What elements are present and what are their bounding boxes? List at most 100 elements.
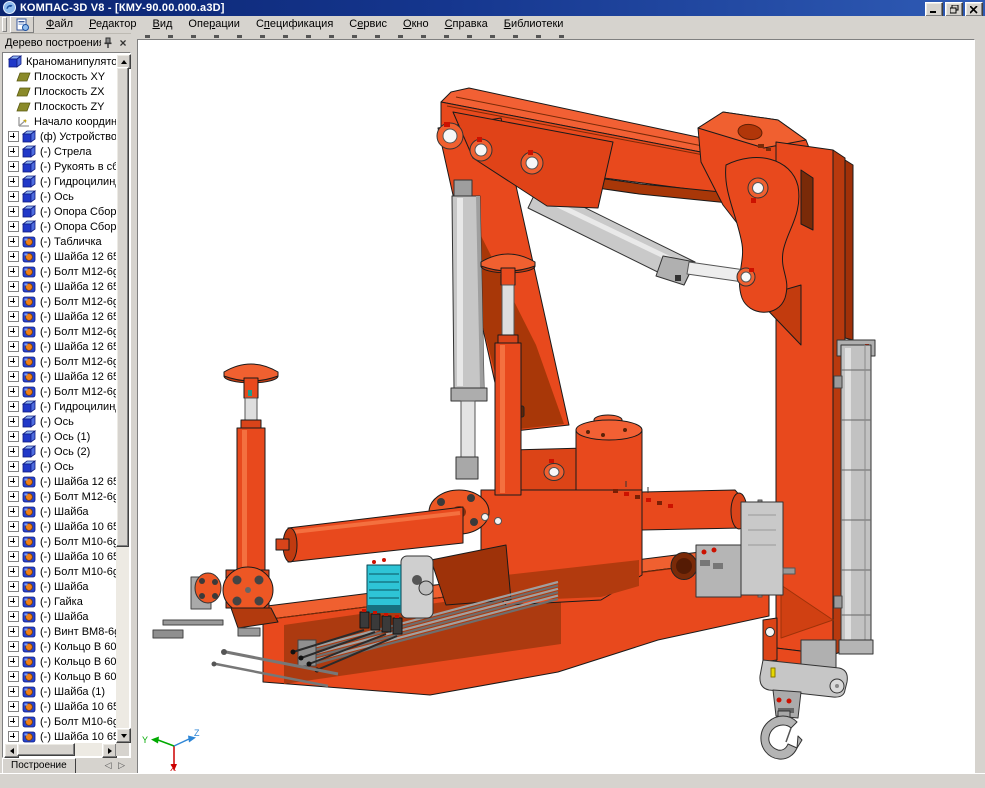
tree-item[interactable]: (-) Болт М12-6gx25.5 [4, 324, 116, 339]
tree-item[interactable]: (-) Шайба 12 65Г ГО [4, 249, 116, 264]
tree-item[interactable]: (-) Шайба 10 65Г ГО [4, 699, 116, 714]
tree-vscrollbar[interactable] [116, 54, 129, 743]
tree-item[interactable]: (-) Опора Сборочный [4, 219, 116, 234]
tree-item[interactable]: (-) Кольцо В 60 ГОСТ [4, 669, 116, 684]
expand-icon[interactable] [8, 536, 19, 547]
tree-item[interactable]: (-) Шайба 12 65Г ГО [4, 474, 116, 489]
tree-item[interactable]: (-) Ось (1) [4, 429, 116, 444]
tree-hscrollbar[interactable] [4, 743, 117, 756]
expand-icon[interactable] [8, 521, 19, 532]
tree-item[interactable]: Плоскость ZX [4, 84, 116, 99]
tree-item[interactable]: (-) Опора Сборочный [4, 204, 116, 219]
vscroll-thumb[interactable] [116, 67, 129, 547]
tree-item[interactable]: (-) Ось [4, 459, 116, 474]
menu-item[interactable]: Библиотеки [496, 17, 572, 32]
expand-icon[interactable] [8, 491, 19, 502]
tree-item[interactable]: (-) Ось [4, 414, 116, 429]
toolbar-gripper[interactable] [2, 17, 7, 32]
expand-icon[interactable] [8, 206, 19, 217]
tree-item[interactable]: Начало координат [4, 114, 116, 129]
tree-item[interactable]: (-) Болт М12-6gx25.5 [4, 354, 116, 369]
expand-icon[interactable] [8, 131, 19, 142]
tree-item[interactable]: (-) Гидроцилиндр [4, 174, 116, 189]
tree-item[interactable]: (-) Болт М10-6gx25.5 [4, 564, 116, 579]
close-button[interactable] [965, 2, 983, 17]
expand-icon[interactable] [8, 476, 19, 487]
tree-item[interactable]: (-) Шайба 12 65Г ГО [4, 369, 116, 384]
expand-icon[interactable] [8, 656, 19, 667]
menu-item[interactable]: Файл [38, 17, 81, 32]
scroll-down-button[interactable] [116, 728, 131, 743]
menu-item[interactable]: Спецификация [248, 17, 341, 32]
expand-icon[interactable] [8, 416, 19, 427]
expand-icon[interactable] [8, 311, 19, 322]
tree-item[interactable]: (-) Болт М10-6gx25.5 [4, 714, 116, 729]
tree-item[interactable]: Плоскость XY [4, 69, 116, 84]
expand-icon[interactable] [8, 626, 19, 637]
expand-icon[interactable] [8, 461, 19, 472]
menu-item[interactable]: Сервис [341, 17, 395, 32]
restore-button[interactable] [945, 2, 963, 17]
expand-icon[interactable] [8, 266, 19, 277]
viewport-3d[interactable]: X Y Z [137, 39, 975, 775]
expand-icon[interactable] [8, 611, 19, 622]
expand-icon[interactable] [8, 296, 19, 307]
tree-item[interactable]: (-) Шайба 10 65Г ГО [4, 519, 116, 534]
expand-icon[interactable] [8, 191, 19, 202]
tree-item[interactable]: (-) Кольцо В 60 ГОСТ [4, 639, 116, 654]
tree-item[interactable]: (-) Шайба 10 65Г ГО [4, 729, 116, 744]
tree-item[interactable]: (-) Шайба 12 65Г ГО [4, 339, 116, 354]
scroll-right-button[interactable] [102, 743, 117, 758]
expand-icon[interactable] [8, 551, 19, 562]
tree-item[interactable]: (-) Кольцо В 60 ГОСТ [4, 654, 116, 669]
expand-icon[interactable] [8, 371, 19, 382]
tree-item[interactable]: (-) Болт М10-6gx25.5 [4, 534, 116, 549]
expand-icon[interactable] [8, 281, 19, 292]
tree-item[interactable]: (ф) Устройство опор [4, 129, 116, 144]
tab-scroll-arrows[interactable]: ◁ ▷ [105, 760, 127, 771]
expand-icon[interactable] [8, 236, 19, 247]
tree-item[interactable]: (-) Шайба 10 65Г ГО [4, 549, 116, 564]
hscroll-thumb[interactable] [17, 743, 75, 756]
tree-item[interactable]: (-) Стрела [4, 144, 116, 159]
expand-icon[interactable] [8, 431, 19, 442]
menu-item[interactable]: Окно [395, 17, 437, 32]
outrigger-left[interactable] [223, 364, 278, 636]
tree-item[interactable]: (-) Рукоять в сборе [4, 159, 116, 174]
menu-item[interactable]: Вид [144, 17, 180, 32]
expand-icon[interactable] [8, 581, 19, 592]
tree-item[interactable]: (-) Гайка [4, 594, 116, 609]
menu-item[interactable]: Справка [437, 17, 496, 32]
tree-item[interactable]: (-) Шайба 12 65Г ГО [4, 309, 116, 324]
minimize-button[interactable] [925, 2, 943, 17]
expand-icon[interactable] [8, 671, 19, 682]
expand-icon[interactable] [8, 341, 19, 352]
tree-item[interactable]: (-) Ось [4, 189, 116, 204]
tree-item[interactable]: (-) Болт М12-6gx25.5 [4, 489, 116, 504]
expand-icon[interactable] [8, 161, 19, 172]
expand-icon[interactable] [8, 221, 19, 232]
tree-item[interactable]: (-) Гидроцилиндр [4, 399, 116, 414]
tree-item[interactable]: (-) Табличка [4, 234, 116, 249]
pin-icon[interactable] [101, 36, 115, 49]
expand-icon[interactable] [8, 146, 19, 157]
expand-icon[interactable] [8, 326, 19, 337]
expand-icon[interactable] [8, 446, 19, 457]
crane-model[interactable]: X Y Z [138, 40, 974, 773]
tree-item[interactable]: (-) Винт ВМ8-6gx8.14 [4, 624, 116, 639]
tree-item[interactable]: (-) Шайба (1) [4, 684, 116, 699]
expand-icon[interactable] [8, 176, 19, 187]
menu-item[interactable]: Редактор [81, 17, 144, 32]
expand-icon[interactable] [8, 731, 19, 742]
tree-item[interactable]: (-) Шайба 12 65Г ГО [4, 279, 116, 294]
expand-icon[interactable] [8, 566, 19, 577]
tree-item[interactable]: (-) Болт М12-6gx25.5 [4, 294, 116, 309]
tree-item[interactable]: (-) Шайба [4, 609, 116, 624]
expand-icon[interactable] [8, 716, 19, 727]
tree-item[interactable]: Плоскость ZY [4, 99, 116, 114]
expand-icon[interactable] [8, 356, 19, 367]
expand-icon[interactable] [8, 596, 19, 607]
tree-item[interactable]: (-) Ось (2) [4, 444, 116, 459]
expand-icon[interactable] [8, 401, 19, 412]
tab-construction[interactable]: Построение [2, 758, 76, 774]
